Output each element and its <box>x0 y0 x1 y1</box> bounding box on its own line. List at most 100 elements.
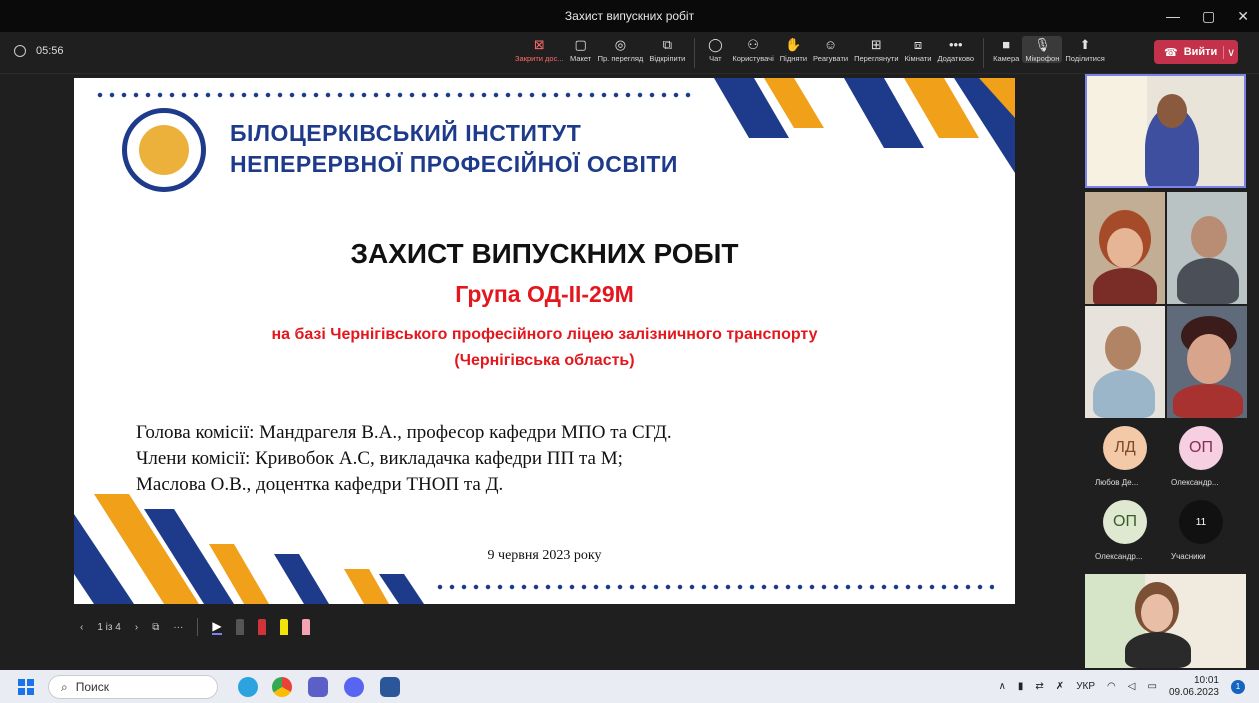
slide-date: 9 червня 2023 року <box>487 548 602 563</box>
search-placeholder: Поиск <box>75 680 109 694</box>
timer-text: 05:56 <box>36 45 64 57</box>
telegram-icon[interactable] <box>238 677 258 697</box>
pen-black-icon[interactable] <box>235 619 244 635</box>
divider <box>197 618 199 636</box>
window-title: Захист випускних робіт <box>564 9 695 23</box>
video-tile-participant-4[interactable] <box>1167 306 1247 418</box>
slide-counter: 1 із 4 <box>97 621 121 633</box>
toolbar-button-11[interactable]: ••• Додатково <box>934 36 977 63</box>
toolbar-button-6[interactable]: ⚇ Користувачі <box>729 36 776 63</box>
view-icon: ⊞ <box>870 37 882 52</box>
next-slide-button[interactable]: › <box>135 622 138 633</box>
more-icon: ••• <box>948 37 963 52</box>
start-button[interactable] <box>18 679 34 695</box>
participant-name: Любов Де... <box>1095 478 1139 487</box>
video-tile-participant-1[interactable] <box>1085 192 1165 304</box>
battery-icon[interactable]: ▭ <box>1147 681 1156 692</box>
clock-time: 10:01 <box>1193 674 1219 686</box>
toolbar-button-14[interactable]: ⬆ Поділитися <box>1062 36 1107 63</box>
toolbar-label: Макет <box>569 54 592 63</box>
language-indicator[interactable]: УКР <box>1076 681 1095 692</box>
participants-panel: ЛД Любов Де... ОП Олександр... ОП Олександр..… <box>1083 74 1259 670</box>
toolbar-label: Додатково <box>937 54 975 63</box>
rooms-icon: ⧈ <box>913 37 923 52</box>
pen-red-icon[interactable] <box>257 619 266 635</box>
app-tray-icon[interactable]: ▮ <box>1018 681 1024 692</box>
toolbar-button-10[interactable]: ⧈ Кімнати <box>902 36 935 63</box>
minimize-button[interactable]: — <box>1166 8 1180 24</box>
search-icon: ⌕ <box>61 679 68 694</box>
shield-icon <box>14 45 26 57</box>
grid-view-icon[interactable]: ⧉ <box>152 622 159 633</box>
slide-title: ЗАХИСТ ВИПУСКНИХ РОБІТ <box>350 238 739 269</box>
chevron-down-icon[interactable]: ∨ <box>1223 45 1238 59</box>
more-options-button[interactable]: ··· <box>173 622 183 633</box>
toolbar-button-5[interactable]: ◯ Чат <box>701 36 729 63</box>
video-tile-speaker[interactable] <box>1085 74 1246 188</box>
toolbar-button-7[interactable]: ✋ Підняти <box>777 36 810 63</box>
toolbar-button-2[interactable]: ▢ Макет <box>567 36 595 63</box>
participant-avatar[interactable]: 11 <box>1179 500 1223 544</box>
title-bar: Захист випускних робіт — ▢ ✕ <box>0 0 1259 32</box>
clock[interactable]: 10:01 09.06.2023 <box>1169 675 1219 699</box>
taskbar-search[interactable]: ⌕ Поиск <box>48 675 218 699</box>
phone-icon: ☎ <box>1164 46 1178 59</box>
prev-slide-button[interactable]: ‹ <box>80 622 83 633</box>
notification-badge[interactable]: 1 <box>1231 679 1245 694</box>
toolbar-label: Кімнати <box>904 54 932 63</box>
video-tile-participant-3[interactable] <box>1085 306 1165 418</box>
toolbar-button-12[interactable]: ■ Камера <box>990 36 1022 63</box>
volume-icon[interactable]: ◁ <box>1128 681 1136 692</box>
dot-pattern-top <box>94 92 694 98</box>
pointer-tool-icon[interactable]: ▶ <box>212 619 222 635</box>
close-button[interactable]: ✕ <box>1237 8 1249 25</box>
meeting-toolbar: 05:56 ⊠ Закрити дос... ▢ Макет ◎ Пр. перегляд… <box>0 32 1259 74</box>
toolbar-button-9[interactable]: ⊞ Переглянути <box>851 36 901 63</box>
chrome-icon[interactable] <box>272 677 292 697</box>
toolbar-label: Закрити дос... <box>515 54 564 63</box>
chevron-up-icon[interactable]: ∧ <box>999 681 1006 692</box>
word-icon[interactable] <box>380 677 400 697</box>
toolbar-button-13[interactable]: 🎙 Мікрофон <box>1022 36 1063 63</box>
toolbar-button-8[interactable]: ☺ Реагувати <box>810 36 851 63</box>
unpin-icon: ⧉ <box>662 37 672 52</box>
highlighter-icon[interactable] <box>279 619 288 635</box>
people-icon: ⚇ <box>747 37 759 52</box>
toolbar-label: Відкріпити <box>649 54 686 63</box>
participant-avatar[interactable]: ОП <box>1179 426 1223 470</box>
video-tile-participant-5[interactable] <box>1085 574 1246 668</box>
wifi-icon[interactable]: ◠ <box>1107 681 1116 692</box>
react-icon: ☺ <box>823 37 838 52</box>
discord-icon[interactable] <box>344 677 364 697</box>
clock-date: 09.06.2023 <box>1168 686 1219 698</box>
raise-hand-icon: ✋ <box>785 37 802 52</box>
commission-block: Голова комісії: Мандрагеля В.А., професо… <box>136 420 672 498</box>
toolbar-button-3[interactable]: ◎ Пр. перегляд <box>595 36 647 63</box>
toolbar-buttons: ⊠ Закрити дос... ▢ Макет ◎ Пр. перегляд ⧉ Відкр… <box>512 36 1108 70</box>
participant-name: Олександр... <box>1095 552 1143 561</box>
meeting-timer: 05:56 <box>14 45 64 57</box>
mic-muted-tray-icon[interactable]: ✗ <box>1056 681 1064 692</box>
institute-line-1: БІЛОЦЕРКІВСЬКИЙ ІНСТИТУТ <box>230 120 582 146</box>
maximize-button[interactable]: ▢ <box>1202 8 1215 25</box>
toolbar-label: Камера <box>993 54 1020 63</box>
network-tray-icon[interactable]: ⇄ <box>1035 681 1043 692</box>
participant-avatar[interactable]: ЛД <box>1103 426 1147 470</box>
base-line-2: (Чернігівська область) <box>454 352 635 369</box>
participant-name: Учасники <box>1171 552 1206 561</box>
teams-icon[interactable] <box>308 677 328 697</box>
video-tile-participant-2[interactable] <box>1167 192 1247 304</box>
eraser-icon[interactable] <box>301 619 310 635</box>
toolbar-label: Переглянути <box>854 54 899 63</box>
layout-icon: ▢ <box>574 37 587 52</box>
toolbar-button-4[interactable]: ⧉ Відкріпити <box>646 36 688 63</box>
toolbar-divider <box>983 38 985 68</box>
leave-button[interactable]: ☎ Вийти ∨ <box>1154 40 1238 64</box>
toolbar-label: Реагувати <box>813 54 849 63</box>
toolbar-button-1[interactable]: ⊠ Закрити дос... <box>512 36 567 63</box>
toolbar-label: Користувачі <box>732 54 774 63</box>
system-tray: ∧ ▮ ⇄ ✗ УКР ◠ ◁ ▭ 10:01 09.06.2023 1 <box>999 670 1259 703</box>
toolbar-label: Поділитися <box>1065 54 1105 63</box>
toolbar-label: Чат <box>709 54 722 63</box>
participant-avatar[interactable]: ОП <box>1103 500 1147 544</box>
